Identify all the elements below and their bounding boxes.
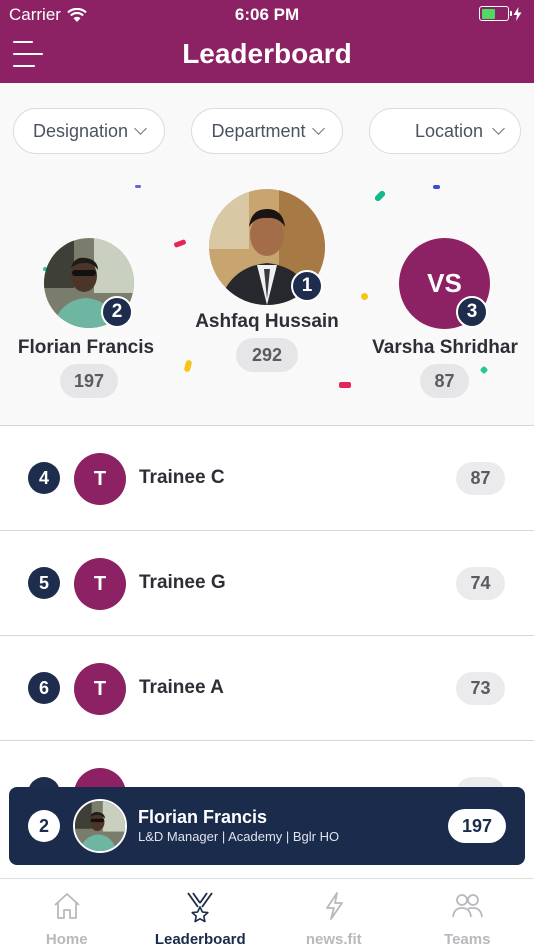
score-pill: 87 — [420, 364, 469, 398]
trainee-name: Trainee A — [139, 677, 224, 698]
lightning-icon — [325, 892, 343, 920]
confetti — [183, 359, 193, 373]
list-item[interactable]: 5 T Trainee G 74 — [0, 530, 534, 635]
podium-name-third: Varsha Shridhar — [372, 337, 518, 358]
people-icon — [452, 894, 484, 918]
avatar — [73, 799, 127, 853]
confetti — [373, 189, 387, 203]
tab-leaderboard[interactable]: Leaderboard — [134, 879, 268, 950]
rank-badge: 1 — [291, 270, 323, 302]
chevron-down-icon — [492, 122, 505, 135]
confetti — [433, 185, 440, 189]
status-time: 6:06 PM — [234, 5, 300, 24]
podium-section: Designation Department Location 1 Ashfaq… — [0, 83, 534, 425]
status-bar: Carrier 6:06 PM — [0, 0, 534, 28]
tab-news-fit[interactable]: news.fit — [267, 879, 401, 950]
medal-icon — [187, 892, 213, 923]
chevron-down-icon — [134, 122, 147, 135]
app-header: Carrier 6:06 PM Leaderboard — [0, 0, 534, 83]
page-title: Leaderboard — [182, 38, 352, 69]
department-filter[interactable]: Department — [191, 108, 343, 154]
trainee-name: Trainee C — [139, 467, 225, 488]
tab-home[interactable]: Home — [0, 879, 134, 950]
chevron-down-icon — [311, 122, 325, 135]
confetti — [173, 239, 187, 248]
avatar: T — [74, 558, 126, 610]
leaderboard-list: 4 T Trainee C 87 5 T Trainee G 74 6 T Tr… — [0, 425, 534, 845]
current-user-name: Florian Francis — [138, 807, 268, 827]
tab-label: Teams — [444, 931, 491, 948]
tab-bar: Home Leaderboard news.fit Teams — [0, 878, 534, 950]
confetti — [339, 382, 351, 388]
tab-label: Leaderboard — [154, 931, 246, 948]
score-pill: 74 — [456, 567, 505, 600]
rank-badge: 2 — [101, 296, 133, 328]
current-user-subtitle: L&D Manager | Academy | Bglr HO — [138, 829, 340, 844]
filter-label: Location — [414, 120, 484, 141]
list-item[interactable]: 6 T Trainee A 73 — [0, 635, 534, 740]
confetti — [135, 185, 141, 188]
location-filter[interactable]: Location — [369, 108, 521, 154]
rank-badge: 5 — [28, 567, 60, 599]
tab-label: news.fit — [305, 931, 362, 948]
rank-badge: 6 — [28, 672, 60, 704]
podium-name-second: Florian Francis — [17, 337, 155, 358]
home-icon — [54, 893, 80, 919]
tab-label: Home — [45, 931, 88, 948]
rank-badge: 2 — [28, 810, 60, 842]
rank-badge: 3 — [456, 296, 488, 328]
avatar: T — [74, 663, 126, 715]
designation-filter[interactable]: Designation — [13, 108, 165, 154]
score-pill: 292 — [236, 338, 298, 372]
score-pill: 197 — [448, 809, 506, 843]
charging-bolt-icon — [513, 6, 522, 21]
battery-icon — [479, 6, 512, 21]
rank-badge: 4 — [28, 462, 60, 494]
confetti — [361, 293, 368, 300]
score-pill: 87 — [456, 462, 505, 495]
tab-teams[interactable]: Teams — [401, 879, 534, 950]
podium-name-first: Ashfaq Hussain — [195, 311, 339, 332]
filter-label: Department — [211, 120, 306, 141]
filter-label: Designation — [32, 120, 129, 141]
list-item[interactable]: 4 T Trainee C 87 — [0, 425, 534, 530]
battery-indicator — [479, 6, 522, 21]
profile-photo — [75, 801, 125, 851]
trainee-name: Trainee G — [139, 572, 226, 593]
current-user-card[interactable]: 2 Florian Francis L&D Manager | Academy … — [9, 787, 525, 865]
score-pill: 73 — [456, 672, 505, 705]
confetti — [479, 365, 489, 375]
avatar: T — [74, 453, 126, 505]
score-pill: 197 — [60, 364, 118, 398]
